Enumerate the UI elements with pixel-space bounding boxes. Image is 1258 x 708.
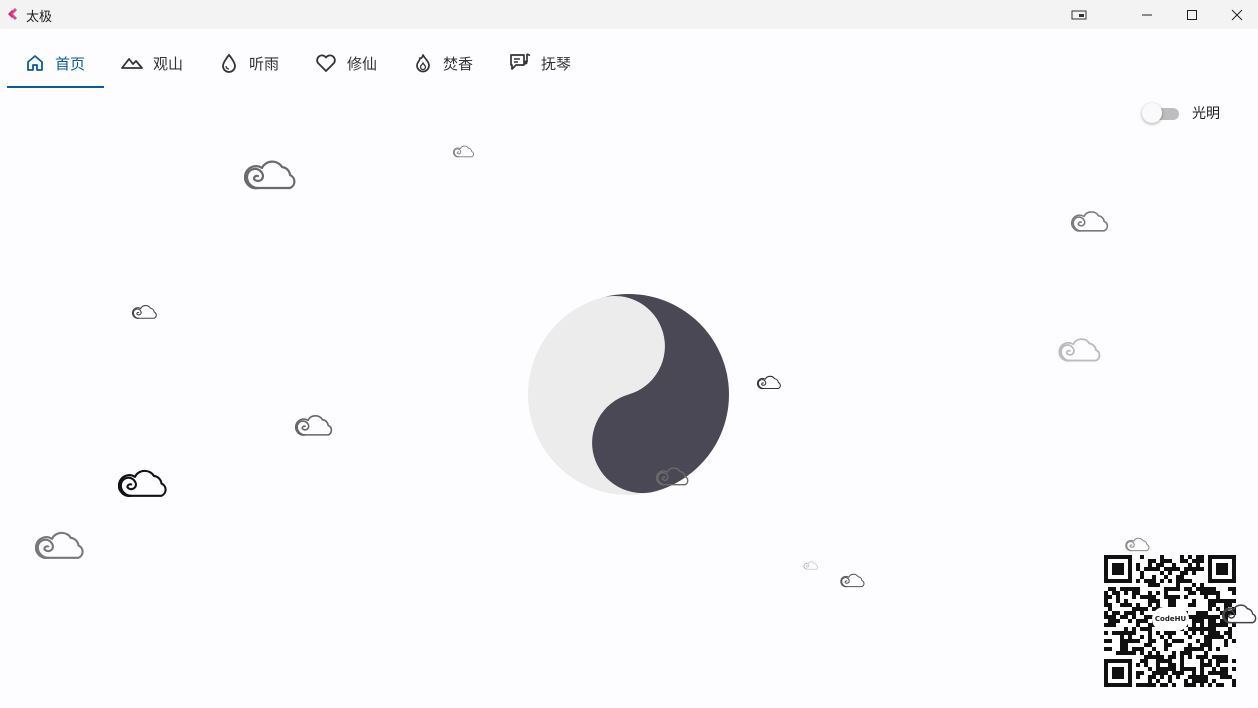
tab-label: 抚琴 xyxy=(541,54,572,73)
cloud-icon xyxy=(1222,600,1258,628)
tab-guqin[interactable]: 抚琴 xyxy=(509,38,571,88)
cloud-icon xyxy=(803,561,819,570)
cloud-icon xyxy=(1071,210,1110,233)
top-nav: 首页 观山 听雨 修仙 焚香 抚琴 xyxy=(0,38,700,88)
cloud-icon xyxy=(656,466,690,487)
toggle-switch[interactable] xyxy=(1142,103,1179,123)
tab-home[interactable]: 首页 xyxy=(7,38,104,88)
theme-toggle[interactable]: 光明 xyxy=(1142,102,1220,124)
tab-label: 听雨 xyxy=(249,54,280,73)
heart-icon xyxy=(316,54,336,72)
taiji-symbol xyxy=(528,294,729,495)
cloud-icon xyxy=(244,158,298,192)
water-drop-icon xyxy=(222,53,236,73)
music-note-icon xyxy=(510,53,531,70)
tab-mountain[interactable]: 观山 xyxy=(121,38,183,88)
pip-button[interactable] xyxy=(1056,0,1102,29)
minimize-button[interactable] xyxy=(1124,0,1170,29)
mountain-icon xyxy=(121,58,143,69)
qr-logo: CodeHU xyxy=(1152,607,1189,631)
maximize-icon xyxy=(1187,9,1197,20)
qr-logo-text: CodeHU xyxy=(1154,615,1187,623)
flame-icon xyxy=(416,54,430,73)
close-button[interactable] xyxy=(1214,0,1258,29)
cloud-icon xyxy=(35,530,86,561)
tab-cultivate[interactable]: 修仙 xyxy=(315,38,377,88)
cloud-icon xyxy=(840,573,866,588)
window-title: 太极 xyxy=(26,10,53,25)
close-icon xyxy=(1231,9,1243,20)
cloud-icon xyxy=(132,304,158,320)
active-tab-indicator xyxy=(7,86,104,88)
cloud-icon xyxy=(1058,337,1103,363)
cloud-icon xyxy=(118,468,169,499)
tab-label: 修仙 xyxy=(347,54,378,73)
pip-icon xyxy=(1071,10,1087,19)
cloud-icon xyxy=(757,375,782,390)
cloud-icon xyxy=(1125,537,1151,552)
cloud-icon xyxy=(453,145,475,158)
cloud-icon xyxy=(295,413,334,438)
tab-label: 观山 xyxy=(153,54,184,73)
title-bar: 太极 xyxy=(0,0,1258,29)
tab-label: 首页 xyxy=(55,54,86,73)
toggle-knob xyxy=(1142,103,1162,123)
tab-incense[interactable]: 焚香 xyxy=(413,38,473,88)
tab-label: 焚香 xyxy=(443,54,474,73)
app-logo-icon xyxy=(8,8,17,20)
minimize-icon xyxy=(1142,14,1152,15)
theme-toggle-label: 光明 xyxy=(1192,106,1220,122)
maximize-button[interactable] xyxy=(1169,0,1215,29)
home-icon xyxy=(27,55,43,71)
tab-rain[interactable]: 听雨 xyxy=(219,38,279,88)
